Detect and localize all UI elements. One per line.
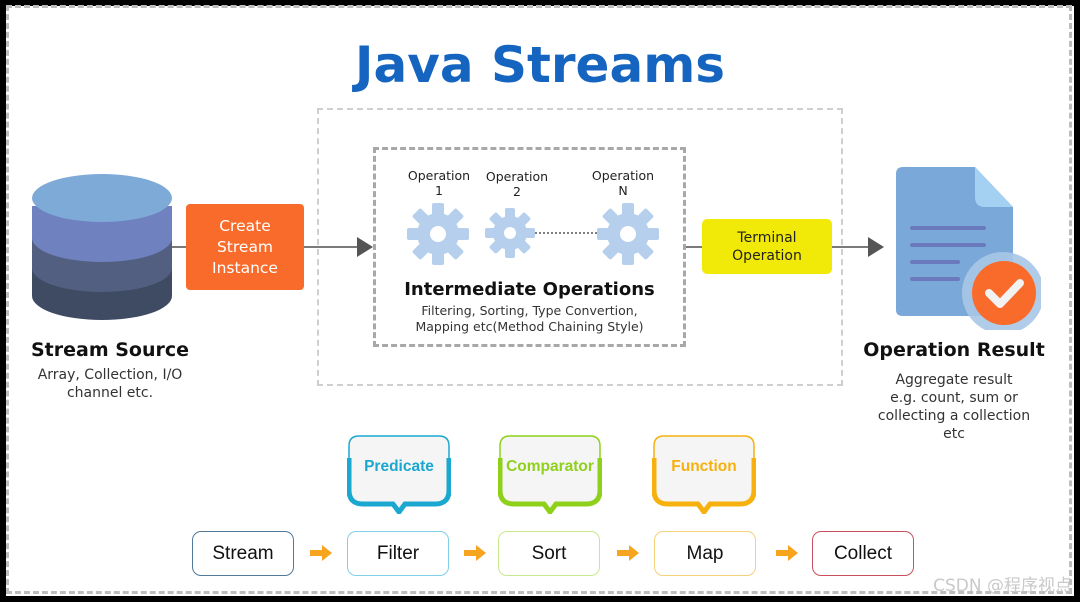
- operation-label-line: Operation: [591, 168, 655, 183]
- create-stream-instance-box: Create Stream Instance: [186, 204, 304, 290]
- pipeline-step-collect: Collect: [812, 531, 914, 576]
- result-desc-line: collecting a collection: [877, 408, 1031, 424]
- operation-label-line: 1: [435, 183, 443, 198]
- gear-icon: [597, 203, 659, 265]
- function-label: Function: [671, 458, 737, 475]
- terminal-box-line: Terminal: [737, 229, 797, 246]
- comparator-label: Comparator: [506, 458, 594, 475]
- pipeline-step-sort: Sort: [498, 531, 600, 576]
- create-box-line: Create: [219, 216, 271, 235]
- predicate-label: Predicate: [364, 458, 434, 475]
- dotted-connector: [535, 232, 599, 234]
- gear-icon: [485, 208, 535, 258]
- intermediate-operations-description: Filtering, Sorting, Type Convertion, Map…: [376, 303, 683, 335]
- operation-label-2: Operation 2: [472, 169, 562, 199]
- operation-result-description: Aggregate result e.g. count, sum or coll…: [862, 371, 1046, 443]
- watermark: CSDN @程序视点: [933, 576, 1072, 596]
- stream-source-title: Stream Source: [30, 339, 190, 361]
- arrow-right-icon: [310, 545, 332, 561]
- connector-line: [686, 246, 702, 248]
- stream-source-description: Array, Collection, I/O channel etc.: [20, 366, 200, 402]
- diagram-title: Java Streams: [354, 36, 726, 94]
- operation-label-line: N: [618, 183, 628, 198]
- connector-line: [832, 246, 870, 248]
- operation-label-n: Operation N: [578, 168, 668, 198]
- stream-source-desc-line: channel etc.: [66, 385, 154, 401]
- pipeline-step-map: Map: [654, 531, 756, 576]
- result-desc-line: Aggregate result: [895, 372, 1013, 388]
- stream-source-desc-line: Array, Collection, I/O: [37, 367, 183, 383]
- pipeline-step-stream: Stream: [192, 531, 294, 576]
- terminal-box-line: Operation: [732, 247, 802, 264]
- arrow-right-icon: [464, 545, 486, 561]
- operation-label-line: Operation: [407, 168, 471, 183]
- operation-label-line: Operation: [485, 169, 549, 184]
- gear-icon: [407, 203, 469, 265]
- operation-label-line: 2: [513, 184, 521, 199]
- pipeline-step-filter: Filter: [347, 531, 449, 576]
- result-desc-line: e.g. count, sum or: [890, 390, 1018, 406]
- operation-label-1: Operation 1: [394, 168, 484, 198]
- intermediate-operations-title: Intermediate Operations: [404, 279, 655, 300]
- intermediate-desc-line: Filtering, Sorting, Type Convertion,: [421, 303, 638, 318]
- comparator-bubble: Comparator: [497, 434, 603, 517]
- intermediate-desc-line: Mapping etc(Method Chaining Style): [415, 319, 644, 334]
- arrow-head-icon: [357, 237, 373, 257]
- arrow-right-icon: [776, 545, 798, 561]
- arrow-head-icon: [868, 237, 884, 257]
- document-check-icon: [896, 167, 1041, 330]
- predicate-bubble: Predicate: [346, 434, 452, 517]
- database-icon: [32, 174, 172, 320]
- arrow-right-icon: [617, 545, 639, 561]
- create-box-line: Stream: [216, 237, 274, 256]
- create-box-line: Instance: [212, 258, 278, 277]
- terminal-operation-box: Terminal Operation: [702, 219, 832, 274]
- result-desc-line: etc: [943, 426, 965, 442]
- connector-line: [304, 246, 360, 248]
- function-bubble: Function: [651, 434, 757, 517]
- operation-result-title: Operation Result: [863, 339, 1045, 361]
